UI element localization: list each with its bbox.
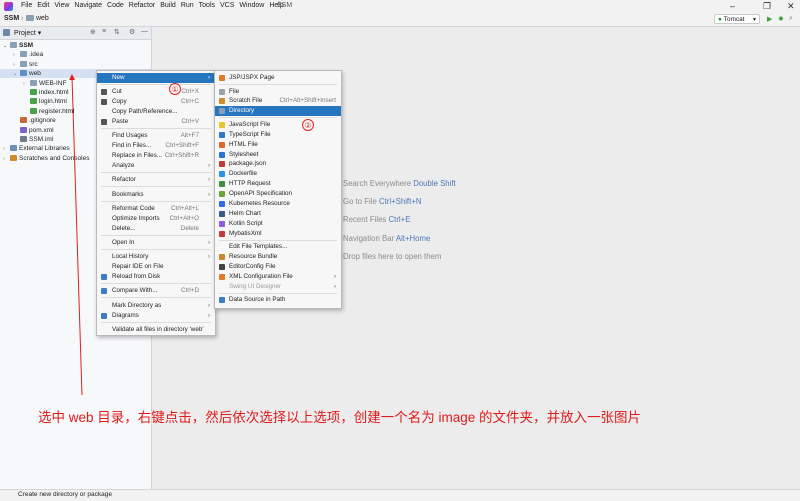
instruction-caption: 选中 web 目录，右键点击，然后依次选择以上选项，创建一个名为 image 的… [38, 410, 642, 425]
status-text: Create new directory or package [18, 491, 112, 498]
arrow-line [69, 74, 83, 396]
status-bar: Create new directory or package [0, 489, 800, 501]
